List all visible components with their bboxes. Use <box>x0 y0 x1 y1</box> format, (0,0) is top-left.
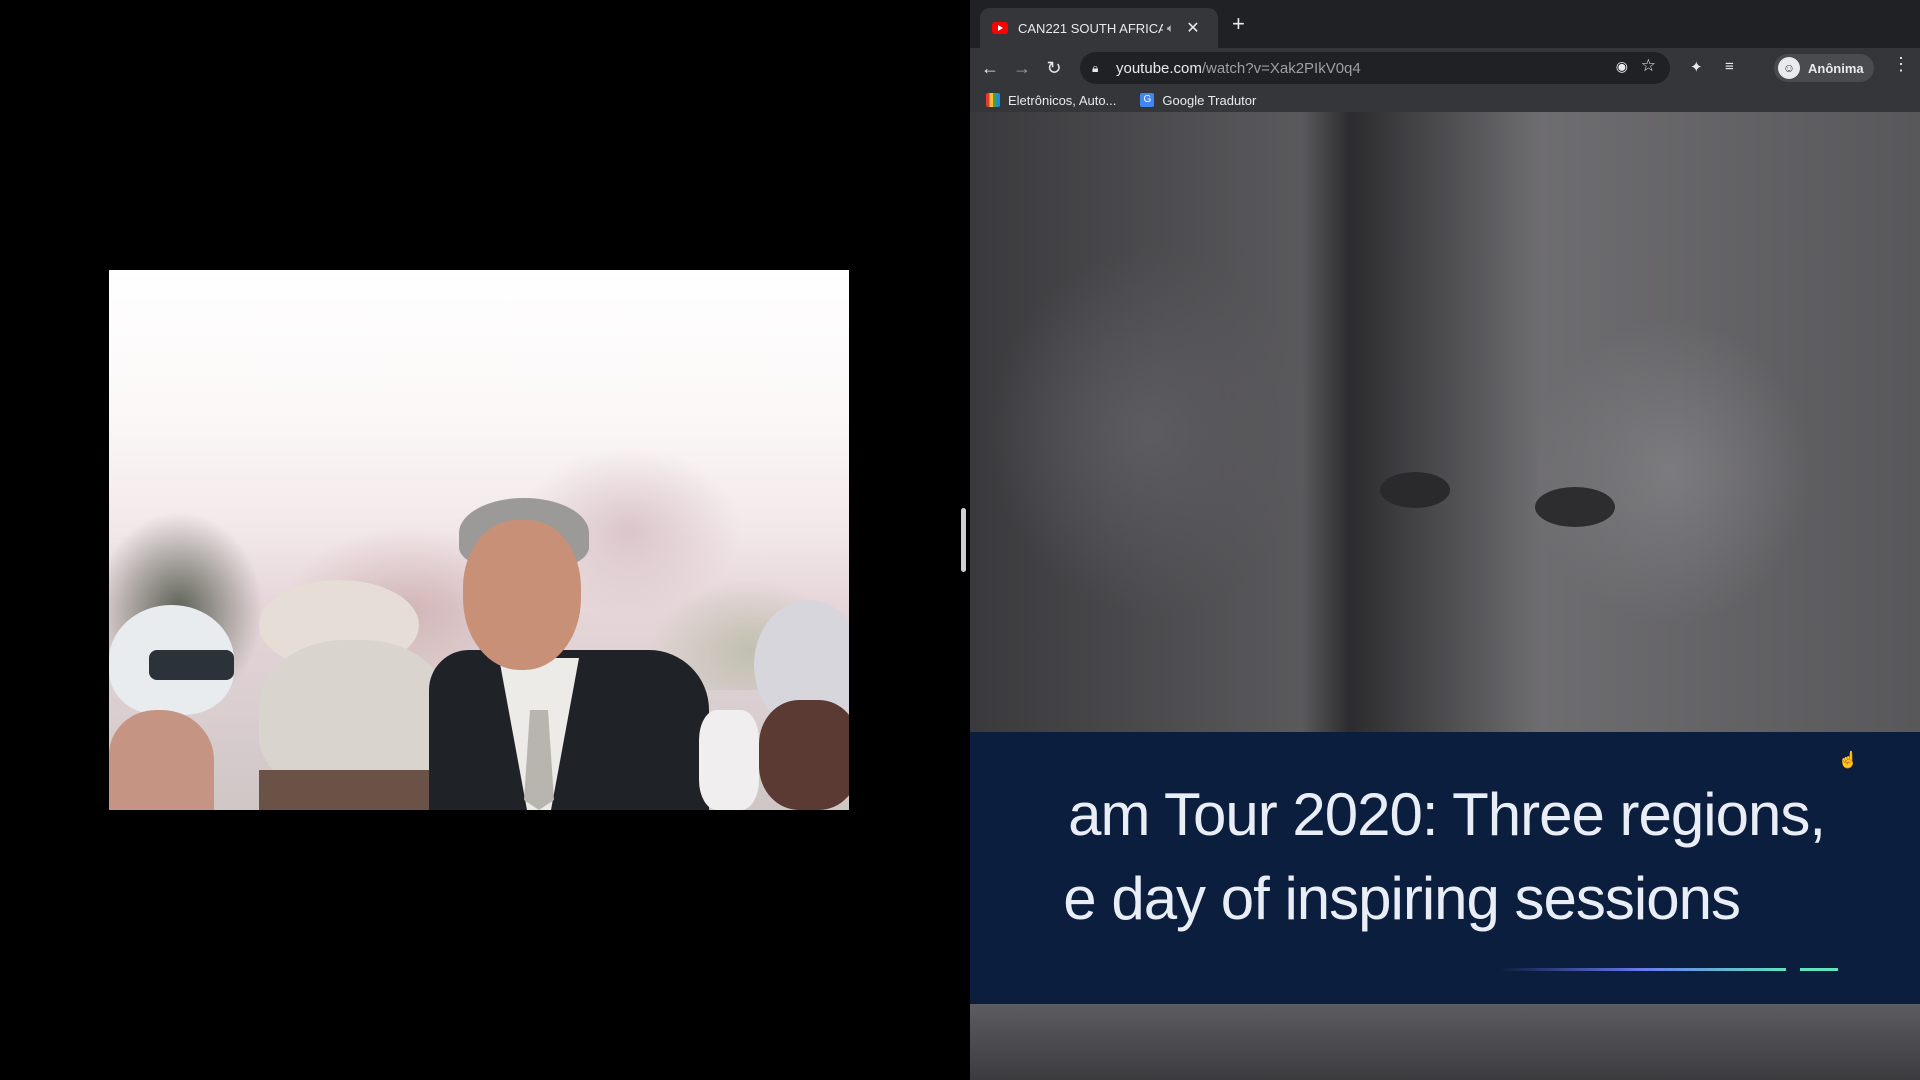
reload-icon[interactable]: ↻ <box>1040 54 1068 82</box>
lock-icon[interactable]: 🔒︎ <box>1092 61 1108 76</box>
browser-toolbar: ← → ↻ 🔒︎ youtube.com/watch?v=Xak2PIkV0q4… <box>970 48 1920 88</box>
banner-line-1: am Tour 2020: Three regions, <box>1068 781 1826 848</box>
tab-title: CAN221 SOUTH AFRICA'S <box>1018 20 1163 36</box>
video-eye-left <box>1380 472 1450 508</box>
hand-cursor-icon: ☝ <box>1838 752 1858 769</box>
back-arrow-icon[interactable]: ← <box>976 54 1004 82</box>
new-tab-button[interactable]: + <box>1232 12 1245 36</box>
media-queue-icon[interactable]: ≡ <box>1725 58 1734 75</box>
url-path: /watch?v=Xak2PIkV0q4 <box>1201 59 1361 77</box>
incognito-icon: ☺ <box>1778 57 1800 79</box>
banner-accent-line <box>1500 968 1786 971</box>
banner-accent-line-short <box>1800 968 1838 971</box>
photo-man-face <box>463 520 581 670</box>
youtube-favicon-icon <box>992 22 1008 34</box>
video-frame-faces <box>970 112 1920 732</box>
photo-crowd-right <box>699 710 759 810</box>
tab-youtube[interactable]: CAN221 SOUTH AFRICA'S 🔈︎ ✕ <box>980 8 1218 48</box>
photo-hat-band <box>149 650 234 680</box>
tab-close-icon[interactable]: ✕ <box>1186 18 1199 38</box>
photo-person-left <box>109 710 214 810</box>
youtube-video-player[interactable]: am Tour 2020: Three regions, e day of in… <box>970 112 1920 1080</box>
video-eye-right <box>1535 487 1615 527</box>
google-translate-icon: G <box>1140 93 1155 107</box>
profile-label: Anônima <box>1808 60 1864 76</box>
kebab-menu-icon[interactable]: ⋮ <box>1892 54 1910 75</box>
bookmark-star-icon[interactable]: ☆ <box>1641 56 1656 76</box>
left-video-pane <box>0 0 968 1080</box>
bookmark-label: Eletrônicos, Auto... <box>1008 92 1117 108</box>
browser-window: CAN221 SOUTH AFRICA'S 🔈︎ ✕ + ← → ↻ 🔒︎ yo… <box>970 0 1920 1080</box>
extensions-puzzle-icon[interactable]: ✦ <box>1690 58 1703 76</box>
url-text: youtube.com/watch?v=Xak2PIkV0q4 <box>1116 60 1361 77</box>
tab-strip: CAN221 SOUTH AFRICA'S 🔈︎ ✕ + <box>970 0 1920 48</box>
url-host: youtube.com <box>1116 59 1202 77</box>
photo-person-right <box>759 700 849 810</box>
banner-line-2: e day of inspiring sessions <box>1063 865 1741 932</box>
split-view-handle[interactable] <box>961 508 966 572</box>
tab-audio-icon[interactable]: 🔈︎ <box>1167 21 1174 36</box>
bookmarks-bar: Eletrônicos, Auto... G Google Tradutor <box>970 88 1920 112</box>
eye-slash-icon[interactable]: ◉ <box>1616 58 1628 75</box>
bookmark-label: Google Tradutor <box>1162 92 1257 108</box>
bookmark-favicon-icon <box>986 93 1000 107</box>
address-bar[interactable]: 🔒︎ youtube.com/watch?v=Xak2PIkV0q4 ◉ ☆ <box>1080 52 1670 84</box>
video-title-banner: am Tour 2020: Three regions, e day of in… <box>970 732 1920 1004</box>
forward-arrow-icon[interactable]: → <box>1008 54 1036 82</box>
vintage-photo-frame[interactable] <box>109 270 849 810</box>
bookmark-eletronicos[interactable]: Eletrônicos, Auto... <box>986 93 1116 108</box>
bookmark-google-tradutor[interactable]: G Google Tradutor <box>1140 93 1256 108</box>
photo-hair <box>259 770 449 810</box>
video-frame-bottom <box>970 1004 1920 1080</box>
profile-button[interactable]: ☺ Anônima <box>1774 54 1874 82</box>
photo-hat-knit <box>259 640 449 790</box>
